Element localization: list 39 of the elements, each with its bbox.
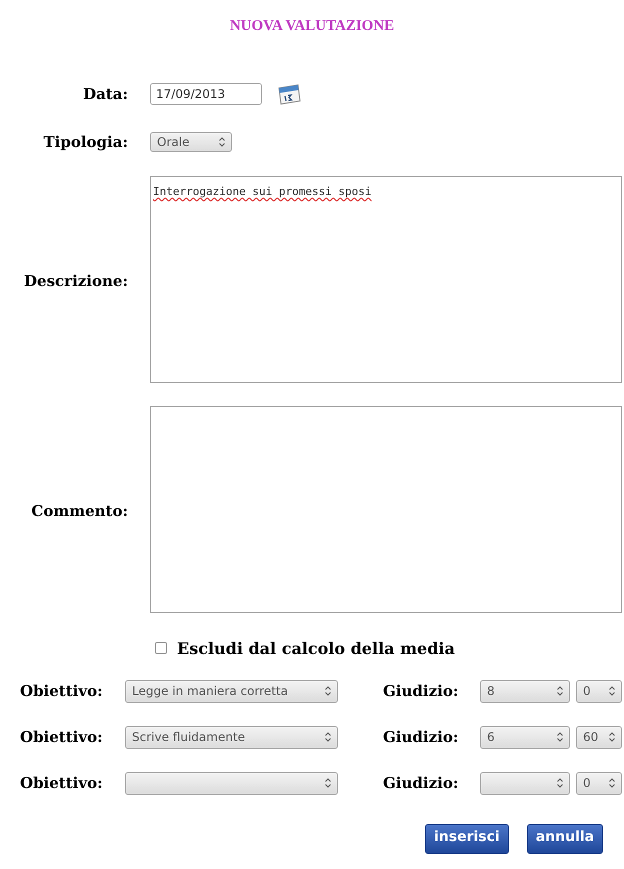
- objective-label: Obiettivo:: [20, 728, 104, 746]
- dropdown[interactable]: Legge in maniera corretta: [125, 680, 338, 702]
- field-label: Commento:: [30, 501, 128, 522]
- form-title: NUOVA VALUTAZIONE: [228, 17, 396, 36]
- description-text: Interrogazione sui promessi sposi: [153, 185, 372, 198]
- updown-caret-icon: [609, 778, 615, 788]
- dropdown[interactable]: 6: [480, 726, 570, 748]
- updown-caret-icon: [609, 686, 615, 696]
- dropdown[interactable]: [125, 772, 338, 794]
- button[interactable]: annulla: [526, 824, 604, 854]
- dropdown[interactable]: Scrive fluidamente: [125, 726, 338, 748]
- field-label: Tipologia:: [42, 132, 128, 153]
- dropdown[interactable]: [480, 772, 570, 794]
- updown-caret-icon: [325, 686, 331, 696]
- text-area[interactable]: Interrogazione sui promessi sposi: [150, 176, 622, 383]
- updown-caret-icon: [609, 732, 615, 742]
- updown-caret-icon: [325, 778, 331, 788]
- checkbox-label: Escludi dal calcolo della media: [177, 638, 455, 658]
- button[interactable]: inserisci: [425, 824, 509, 854]
- updown-caret-icon: [325, 732, 331, 742]
- objective-label: Obiettivo:: [20, 682, 104, 700]
- updown-caret-icon: [557, 732, 563, 742]
- field-label: Descrizione:: [23, 271, 128, 292]
- dropdown[interactable]: 0: [576, 772, 622, 794]
- dropdown[interactable]: Orale: [150, 132, 232, 152]
- date-field[interactable]: 17/09/2013: [150, 83, 262, 105]
- grade-label: Giudizio:: [383, 682, 460, 700]
- dropdown[interactable]: 60: [576, 726, 622, 748]
- grade-label: Giudizio:: [383, 774, 460, 792]
- updown-caret-icon: [557, 686, 563, 696]
- updown-caret-icon: [219, 137, 225, 147]
- objective-label: Obiettivo:: [20, 774, 104, 792]
- field-label: Data:: [82, 84, 128, 105]
- checkbox[interactable]: [155, 642, 167, 654]
- calendar-icon[interactable]: [276, 83, 302, 105]
- dropdown[interactable]: 0: [576, 680, 622, 702]
- updown-caret-icon: [557, 778, 563, 788]
- grade-label: Giudizio:: [383, 728, 460, 746]
- dropdown[interactable]: 8: [480, 680, 570, 702]
